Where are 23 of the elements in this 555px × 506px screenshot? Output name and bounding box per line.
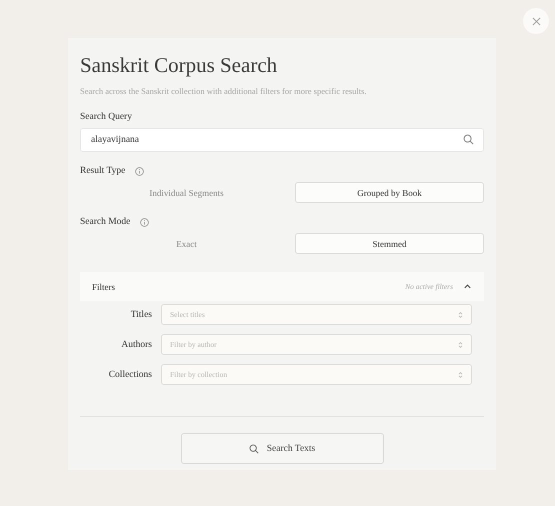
close-button[interactable] — [523, 8, 549, 34]
group-label: Search Mode — [80, 217, 130, 227]
group-label: Result Type — [80, 166, 126, 176]
filters-title: Filters — [92, 282, 116, 292]
sort-arrows-icon — [458, 310, 463, 318]
search-icon — [463, 134, 474, 145]
filter-label: Authors — [120, 340, 152, 350]
field-label: Search Query — [80, 112, 133, 122]
chevron-icon[interactable] — [463, 282, 472, 291]
toggle-option[interactable]: Stemmed — [295, 233, 484, 254]
dialog-title: Sanskrit Corpus Search — [80, 52, 278, 79]
search-field[interactable]: alayavijnana — [80, 128, 484, 152]
filter-label: Collections — [108, 370, 152, 380]
search-icon — [248, 444, 259, 454]
info-icon[interactable] — [135, 166, 144, 176]
toggle-option[interactable]: Grouped by Book — [295, 182, 484, 203]
sort-arrows-icon — [458, 340, 463, 348]
dialog-description: Search across the Sanskrit collection with additional filters for more specific results. — [80, 86, 368, 96]
info-icon[interactable] — [140, 218, 150, 226]
close-icon[interactable] — [532, 16, 540, 26]
filter-label: Titles — [130, 310, 152, 320]
sort-arrows-icon — [458, 370, 463, 378]
search-button[interactable]: Search Texts — [180, 433, 384, 464]
